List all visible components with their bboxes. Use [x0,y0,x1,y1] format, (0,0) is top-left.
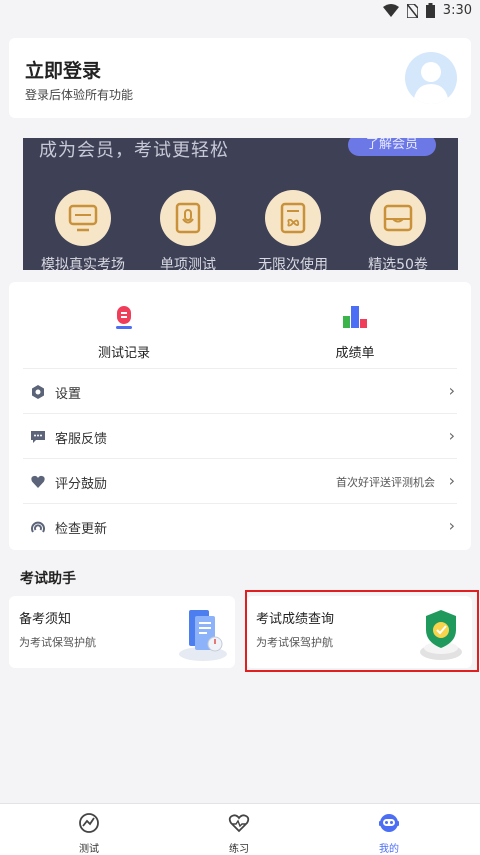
settings-menu: 设置 › 客服反馈 › 评分鼓励 首次好评送评测机会 › 检查更新 › [9,368,471,550]
feature-label: 精选50卷 [368,257,428,270]
gear-icon [32,385,44,399]
records-card: 测试记录 成绩单 [9,282,471,368]
helper-card-subtitle: 为考试保驾护航 [19,636,96,649]
transcript-label: 成绩单 [335,346,375,361]
infinity-doc-icon [265,190,321,246]
avatar[interactable] [405,52,457,104]
highlight-box [245,590,479,672]
battery-icon [425,3,435,18]
feature-50-papers[interactable]: 精选50卷 [353,190,443,270]
section-title-exam-assistant: 考试助手 [20,571,76,587]
feature-label: 单项测试 [160,257,216,270]
feature-label: 无限次使用 [258,257,328,270]
membership-banner[interactable]: 成为会员，考试更轻松 了解会员 模拟真实考场 单项测试 无限次使用 精选50卷 [23,138,458,270]
chart-circle-icon [79,813,99,833]
login-title[interactable]: 立即登录 [25,56,101,83]
status-bar: 3:30 [0,0,480,24]
menu-item-feedback[interactable]: 客服反馈 › [23,413,457,458]
login-subtitle: 登录后体验所有功能 [25,88,134,102]
bar-chart-icon [343,306,367,328]
chevron-right-icon: › [448,381,455,400]
feature-unlimited[interactable]: 无限次使用 [248,190,338,270]
tab-label: 测试 [79,844,99,855]
menu-item-settings[interactable]: 设置 › [23,368,457,413]
menu-item-label: 设置 [55,387,82,402]
feature-simulation[interactable]: 模拟真实考场 [38,190,128,270]
tab-mine[interactable]: 我的 [359,812,419,855]
microphone-doc-icon [160,190,216,246]
tab-label: 我的 [379,844,399,855]
test-record-icon [116,306,132,329]
menu-item-label: 客服反馈 [55,432,108,447]
chat-bubble-icon [31,431,45,443]
status-time: 3:30 [442,3,472,18]
chevron-right-icon: › [448,426,455,445]
tab-test[interactable]: 测试 [59,812,119,855]
menu-item-label: 检查更新 [55,522,108,537]
helper-card-title: 备考须知 [19,612,72,627]
wifi-icon [382,4,399,17]
feature-single-test[interactable]: 单项测试 [143,190,233,270]
menu-item-rating[interactable]: 评分鼓励 首次好评送评测机会 › [23,458,457,503]
rating-reward-note: 首次好评送评测机会 [336,476,435,489]
transcript-button[interactable]: 成绩单 [285,304,425,361]
document-stack-icon [179,610,227,661]
chevron-right-icon: › [448,516,455,535]
learn-membership-button[interactable]: 了解会员 [348,138,436,156]
menu-item-check-update[interactable]: 检查更新 › [23,503,457,548]
inbox-tray-icon [370,190,426,246]
feature-label: 模拟真实考场 [41,257,125,270]
user-avatar-icon [413,62,449,104]
banner-title: 成为会员，考试更轻松 [39,140,229,161]
bottom-tab-bar: 测试 练习 我的 [0,803,480,855]
tab-label: 练习 [229,844,249,855]
exam-prep-card[interactable]: 备考须知 为考试保驾护航 [9,596,235,668]
test-records-button[interactable]: 测试记录 [54,304,194,361]
login-card[interactable]: 立即登录 登录后体验所有功能 [9,38,471,118]
tab-practice[interactable]: 练习 [209,812,269,855]
robot-face-icon [379,814,399,832]
no-sim-icon [406,3,418,18]
update-icon [31,521,45,533]
test-records-label: 测试记录 [97,346,150,361]
chevron-right-icon: › [448,471,455,490]
heart-icon [31,475,45,488]
heart-pulse-icon [228,814,250,833]
monitor-icon [55,190,111,246]
menu-item-label: 评分鼓励 [55,477,108,492]
